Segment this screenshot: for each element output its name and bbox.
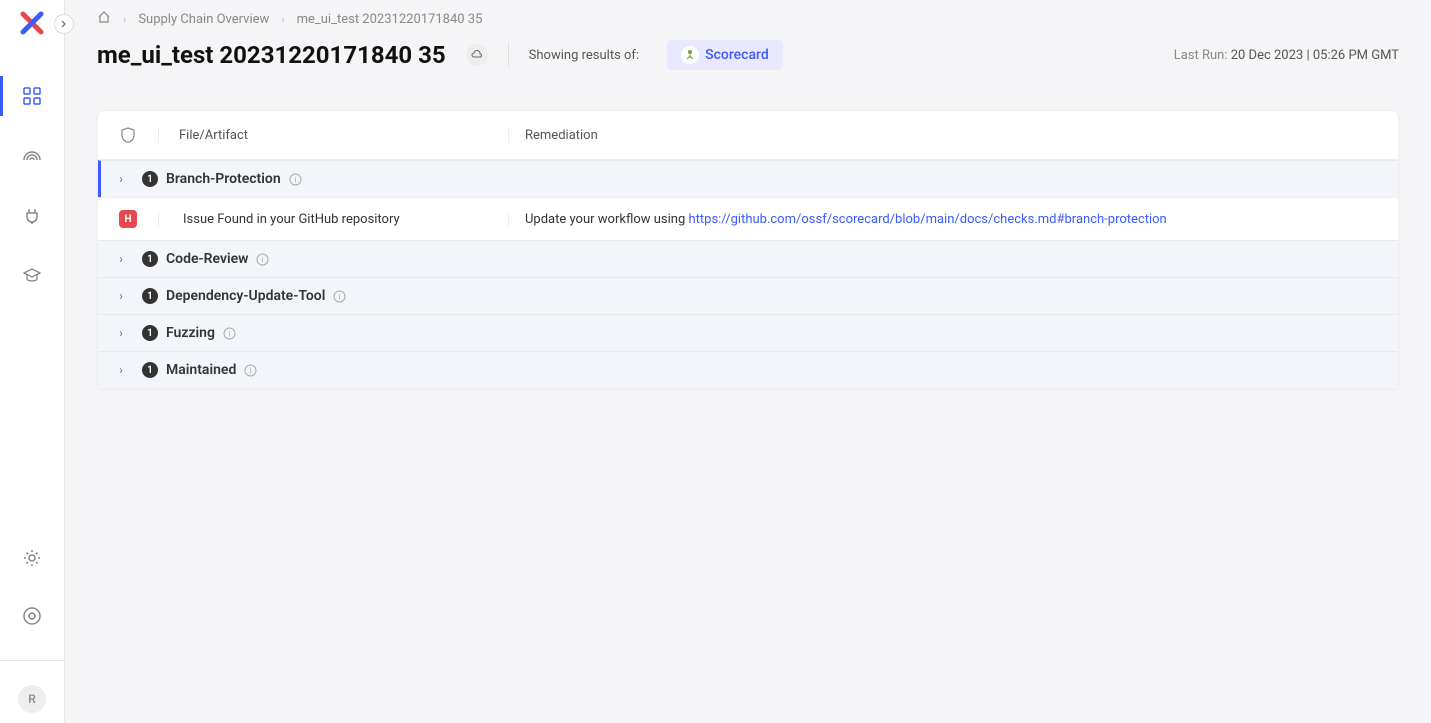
cloud-badge[interactable] (466, 44, 488, 66)
group-name: Fuzzing (166, 325, 215, 341)
nav-settings[interactable] (0, 538, 64, 578)
remediation-link[interactable]: https://github.com/ossf/scorecard/blob/m… (688, 212, 1166, 227)
count-badge: 1 (142, 362, 158, 378)
svg-text:i: i (228, 329, 230, 338)
nav-dashboard[interactable] (0, 76, 64, 116)
count-badge: 1 (142, 325, 158, 341)
chevron-right-icon: › (123, 13, 126, 26)
scorecard-chip[interactable]: Scorecard (667, 40, 783, 70)
chevron-right-icon: › (114, 326, 128, 340)
page-title: me_ui_test 20231220171840 35 (97, 41, 446, 69)
group-name: Branch-Protection (166, 171, 281, 187)
expand-sidebar-button[interactable] (54, 14, 74, 34)
breadcrumb: › Supply Chain Overview › me_ui_test 202… (97, 10, 1399, 28)
svg-text:i: i (250, 366, 252, 375)
results-table: File/Artifact Remediation › 1 Branch-Pro… (97, 110, 1399, 389)
chevron-right-icon: › (114, 363, 128, 377)
group-row-dependency-update-tool[interactable]: › 1 Dependency-Update-Tool i (98, 277, 1398, 314)
group-row-maintained[interactable]: › 1 Maintained i (98, 351, 1398, 388)
info-icon[interactable]: i (289, 173, 302, 186)
chip-label: Scorecard (705, 47, 769, 63)
group-name: Dependency-Update-Tool (166, 288, 325, 304)
breadcrumb-overview[interactable]: Supply Chain Overview (138, 12, 269, 27)
info-icon[interactable]: i (333, 290, 346, 303)
main-content: › Supply Chain Overview › me_ui_test 202… (65, 0, 1431, 723)
gear-icon (23, 549, 41, 567)
svg-text:i: i (294, 175, 296, 184)
nav-plugins[interactable] (0, 196, 64, 236)
svg-text:i: i (339, 292, 341, 301)
group-name: Code-Review (166, 251, 248, 267)
graduation-cap-icon (23, 267, 41, 285)
info-icon[interactable]: i (223, 327, 236, 340)
app-logo[interactable] (17, 8, 47, 38)
count-badge: 1 (142, 171, 158, 187)
info-icon[interactable]: i (244, 364, 257, 377)
chevron-right-icon: › (281, 13, 284, 26)
nav-radar[interactable] (0, 136, 64, 176)
nav-support[interactable] (0, 596, 64, 636)
plug-icon (23, 207, 41, 225)
scorecard-icon (681, 46, 699, 64)
showing-label: Showing results of: (529, 48, 639, 63)
breadcrumb-home[interactable] (97, 10, 111, 28)
breadcrumb-current: me_ui_test 20231220171840 35 (297, 12, 483, 27)
shield-icon (120, 127, 136, 143)
page-header: me_ui_test 20231220171840 35 Showing res… (97, 40, 1399, 70)
count-badge: 1 (142, 288, 158, 304)
svg-text:i: i (262, 255, 264, 264)
sidebar: R (0, 0, 65, 723)
info-icon[interactable]: i (256, 253, 269, 266)
chevron-right-icon: › (114, 172, 128, 186)
col-remediation: Remediation (508, 128, 1398, 143)
radar-icon (23, 147, 41, 165)
col-file-artifact: File/Artifact (158, 128, 508, 143)
user-avatar[interactable]: R (18, 685, 46, 713)
group-name: Maintained (166, 362, 236, 378)
group-row-code-review[interactable]: › 1 Code-Review i (98, 240, 1398, 277)
nav-academy[interactable] (0, 256, 64, 296)
detail-remediation: Update your workflow using https://githu… (508, 212, 1398, 227)
severity-high-badge: H (119, 210, 137, 228)
chevron-right-icon: › (114, 289, 128, 303)
table-header: File/Artifact Remediation (98, 111, 1398, 160)
last-run: Last Run: 20 Dec 2023 | 05:26 PM GMT (1174, 48, 1399, 63)
detail-file: Issue Found in your GitHub repository (158, 212, 508, 227)
home-icon (97, 10, 111, 24)
table-row[interactable]: H Issue Found in your GitHub repository … (98, 197, 1398, 240)
lifebuoy-icon (23, 607, 41, 625)
cloud-icon (471, 49, 483, 61)
group-row-branch-protection[interactable]: › 1 Branch-Protection i (98, 160, 1398, 197)
dashboard-icon (23, 87, 41, 105)
chevron-right-icon: › (114, 252, 128, 266)
group-row-fuzzing[interactable]: › 1 Fuzzing i (98, 314, 1398, 351)
count-badge: 1 (142, 251, 158, 267)
